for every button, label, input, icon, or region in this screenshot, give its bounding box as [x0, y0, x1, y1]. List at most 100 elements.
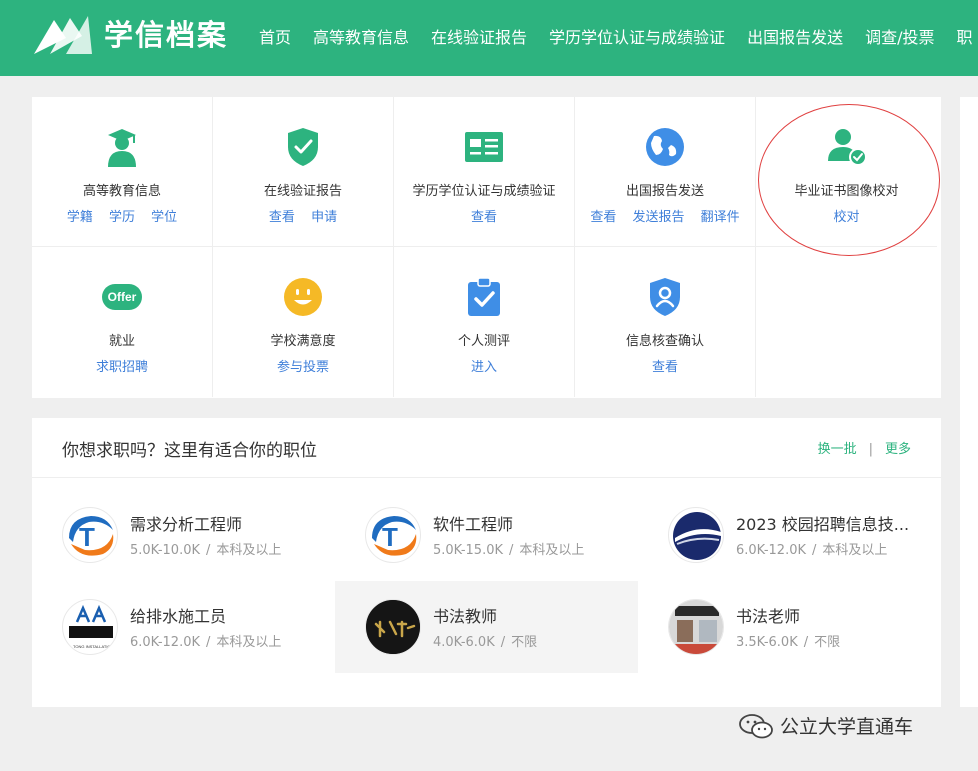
job-education: 不限 [814, 635, 841, 650]
job-card[interactable]: TONG INSTALLATION 给排水施工员 6.0K-12.0K / 本科及以… [32, 581, 335, 673]
jobs-title: 你想求职吗？这里有适合你的职位 [62, 441, 317, 461]
link-academic-record[interactable]: 学历 [109, 210, 135, 225]
meta-separator: / [500, 635, 506, 650]
meta-separator: / [812, 543, 817, 558]
company-logo: T [62, 507, 118, 563]
watermark-text: 公立大学直通车 [780, 716, 914, 738]
nav-online-verification[interactable]: 在线验证报告 [431, 24, 527, 52]
meta-separator: / [803, 635, 809, 650]
job-card[interactable]: 书法老师 3.5K-6.0K / 不限 [638, 581, 941, 673]
svg-text:T: T [382, 522, 398, 552]
service-employment[interactable]: Offer 就业 求职招聘 [32, 247, 213, 397]
job-education: 本科及以上 [216, 543, 282, 558]
job-card[interactable]: T 软件工程师 5.0K-15.0K / 本科及以上 [335, 489, 638, 581]
service-degree-certification[interactable]: 学历学位认证与成绩验证 查看 [394, 97, 575, 247]
shield-user-icon [643, 275, 687, 319]
job-title: 软件工程师 [433, 515, 514, 534]
link-degree[interactable]: 学位 [151, 210, 177, 225]
job-meta: 4.0K-6.0K / 不限 [433, 631, 537, 650]
link-student-status[interactable]: 学籍 [67, 210, 93, 225]
logo-book-icon [34, 16, 92, 54]
company-logo [668, 599, 724, 655]
service-title: 个人测评 [457, 334, 510, 349]
job-salary: 6.0K-12.0K [736, 543, 806, 558]
service-title: 学历学位认证与成绩验证 [412, 184, 556, 199]
logo-caption: TONG INSTALLATION [73, 644, 114, 649]
link-view[interactable]: 查看 [269, 210, 295, 225]
logo[interactable]: 学信档案 [32, 14, 228, 56]
wechat-icon [739, 713, 773, 738]
job-card[interactable]: 书法教师 4.0K-6.0K / 不限 [335, 581, 638, 673]
job-card[interactable]: T 需求分析工程师 5.0K-10.0K / 本科及以上 [32, 489, 335, 581]
nav-report-send[interactable]: 出国报告发送 [747, 24, 843, 52]
service-title: 信息核查确认 [625, 334, 704, 349]
job-meta: 5.0K-15.0K / 本科及以上 [433, 539, 584, 558]
refresh-jobs-button[interactable]: 换一批 [818, 442, 857, 457]
jobs-panel: 你想求职吗？这里有适合你的职位 换一批 | 更多 T 需求分析工程师 5.0K-10… [32, 418, 941, 707]
right-panel-edge [960, 97, 978, 707]
link-view[interactable]: 查看 [652, 360, 678, 375]
job-meta: 6.0K-12.0K / 本科及以上 [736, 539, 887, 558]
job-salary: 4.0K-6.0K [433, 635, 495, 650]
separator: | [868, 442, 873, 457]
graduate-icon [100, 125, 144, 169]
job-salary: 5.0K-15.0K [433, 543, 503, 558]
more-jobs-link[interactable]: 更多 [885, 442, 911, 457]
service-higher-education[interactable]: 高等教育信息 学籍 学历 学位 [32, 97, 213, 247]
company-logo [365, 599, 421, 655]
link-enter[interactable]: 进入 [471, 360, 497, 375]
job-meta: 3.5K-6.0K / 不限 [736, 631, 840, 650]
offer-icon: Offer [100, 275, 144, 319]
service-info-confirmation[interactable]: 信息核查确认 查看 [575, 247, 756, 397]
meta-separator: / [509, 543, 514, 558]
job-education: 本科及以上 [519, 543, 585, 558]
service-report-send[interactable]: 出国报告发送 查看 发送报告 翻译件 [575, 97, 756, 247]
nav-home[interactable]: 首页 [259, 24, 291, 52]
link-translation[interactable]: 翻译件 [701, 210, 740, 225]
job-salary: 5.0K-10.0K [130, 543, 200, 558]
job-title: 2023 校园招聘信息技... [736, 515, 910, 534]
job-meta: 6.0K-12.0K / 本科及以上 [130, 631, 281, 650]
job-meta: 5.0K-10.0K / 本科及以上 [130, 539, 281, 558]
meta-separator: / [206, 543, 211, 558]
link-vote[interactable]: 参与投票 [277, 360, 329, 375]
link-view[interactable]: 查看 [590, 210, 616, 225]
nav-jobs[interactable]: 职 [956, 24, 972, 52]
job-title: 需求分析工程师 [130, 515, 243, 534]
link-apply[interactable]: 申请 [311, 210, 337, 225]
company-logo: T [365, 507, 421, 563]
top-header: 学信档案 首页 高等教育信息 在线验证报告 学历学位认证与成绩验证 出国报告发送… [0, 0, 978, 76]
job-education: 本科及以上 [822, 543, 888, 558]
nav-survey[interactable]: 调查/投票 [865, 24, 934, 52]
job-title: 书法老师 [736, 607, 801, 626]
service-personal-assessment[interactable]: 个人测评 进入 [394, 247, 575, 397]
nav-degree-certification[interactable]: 学历学位认证与成绩验证 [549, 24, 725, 52]
service-online-verification[interactable]: 在线验证报告 查看 申请 [213, 97, 394, 247]
service-title: 学校满意度 [270, 334, 336, 349]
job-title: 给排水施工员 [130, 607, 227, 626]
service-title: 出国报告发送 [625, 184, 704, 199]
job-education: 本科及以上 [216, 635, 282, 650]
logo-text: 学信档案 [104, 18, 229, 52]
jobs-actions: 换一批 | 更多 [818, 438, 911, 457]
clipboard-check-icon [462, 275, 506, 319]
service-title: 在线验证报告 [263, 184, 342, 199]
service-title: 就业 [108, 334, 135, 349]
link-send-report[interactable]: 发送报告 [632, 210, 684, 225]
job-card[interactable]: 2023 校园招聘信息技... 6.0K-12.0K / 本科及以上 [638, 489, 941, 581]
job-salary: 3.5K-6.0K [736, 635, 798, 650]
jobs-header: 你想求职吗？这里有适合你的职位 换一批 | 更多 [32, 418, 941, 478]
job-salary: 6.0K-12.0K [130, 635, 200, 650]
watermark: 公立大学直通车 [738, 712, 913, 739]
service-school-satisfaction[interactable]: 学校满意度 参与投票 [213, 247, 394, 397]
link-job-search[interactable]: 求职招聘 [96, 360, 148, 375]
globe-icon [643, 125, 687, 169]
company-logo [668, 507, 724, 563]
meta-separator: / [206, 635, 211, 650]
svg-text:T: T [79, 522, 95, 552]
job-education: 不限 [511, 635, 538, 650]
nav-higher-education[interactable]: 高等教育信息 [313, 24, 409, 52]
job-title: 书法教师 [433, 607, 498, 626]
shield-check-icon [281, 125, 325, 169]
link-view[interactable]: 查看 [471, 210, 497, 225]
